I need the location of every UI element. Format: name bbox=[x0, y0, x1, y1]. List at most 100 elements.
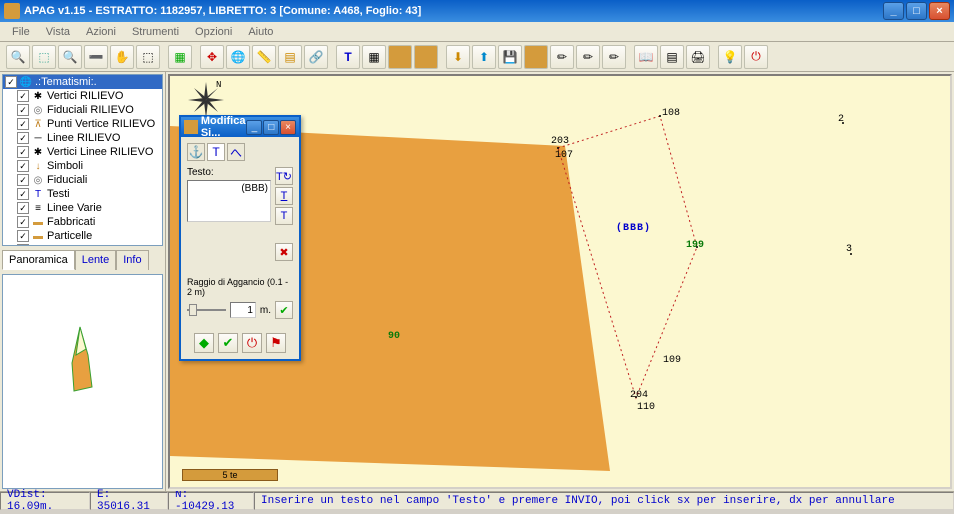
checkbox-icon[interactable]: ✓ bbox=[17, 104, 29, 116]
raggio-label: Raggio di Aggancio (0.1 - 2 m) bbox=[187, 277, 293, 297]
label-199: 199 bbox=[686, 240, 704, 251]
book-icon[interactable]: 📖 bbox=[634, 45, 658, 69]
checkbox-icon[interactable]: ✓ bbox=[17, 146, 29, 158]
label-90: 90 bbox=[388, 331, 400, 342]
tab-info[interactable]: Info bbox=[116, 250, 148, 270]
zoom-minus-icon[interactable]: ➖ bbox=[84, 45, 108, 69]
slider-thumb-icon[interactable] bbox=[189, 304, 197, 316]
layer-tree[interactable]: ✓ 🌐 .:Tematismi:. ✓✱Vertici RILIEVO✓◎Fid… bbox=[2, 74, 163, 246]
grid-icon[interactable]: ▦ bbox=[168, 45, 192, 69]
zoom-area-icon[interactable]: ⬚ bbox=[32, 45, 56, 69]
menu-strumenti[interactable]: Strumenti bbox=[124, 24, 187, 40]
testo-input[interactable]: (BBB) bbox=[187, 180, 271, 222]
app-icon bbox=[4, 3, 20, 19]
dialog-flag-button[interactable]: ⚑ bbox=[266, 333, 286, 353]
table-icon[interactable]: ▦ bbox=[362, 45, 386, 69]
dialog-cancel-button[interactable]: ⏻ bbox=[242, 333, 262, 353]
help-icon[interactable]: 💡 bbox=[718, 45, 742, 69]
fill3-icon[interactable] bbox=[524, 45, 548, 69]
raggio-value-input[interactable] bbox=[230, 302, 256, 318]
tree-item-label: Simboli bbox=[47, 160, 83, 172]
dialog-titlebar[interactable]: Modifica Si... _ □ × bbox=[181, 117, 299, 137]
dialog-minimize-button[interactable]: _ bbox=[246, 120, 262, 135]
text-plain-button[interactable]: T bbox=[275, 207, 293, 225]
checkbox-icon[interactable]: ✓ bbox=[17, 202, 29, 214]
tree-item-10[interactable]: ✓▬Particelle bbox=[3, 229, 162, 243]
label-107: 107 bbox=[555, 150, 573, 161]
text-delete-button[interactable]: ✖ bbox=[275, 243, 293, 261]
dialog-maximize-button[interactable]: □ bbox=[263, 120, 279, 135]
titlebar: APAG v1.15 - ESTRATTO: 1182957, LIBRETTO… bbox=[0, 0, 954, 22]
checkbox-icon[interactable]: ✓ bbox=[17, 160, 29, 172]
tree-item-8[interactable]: ✓≡Linee Varie bbox=[3, 201, 162, 215]
tree-item-label: Testi bbox=[47, 188, 70, 200]
text-underline-button[interactable]: T bbox=[275, 187, 293, 205]
dialog-ok-button[interactable]: ◆ bbox=[194, 333, 214, 353]
tree-item-0[interactable]: ✓✱Vertici RILIEVO bbox=[3, 89, 162, 103]
menu-vista[interactable]: Vista bbox=[38, 24, 78, 40]
checkbox-icon[interactable]: ✓ bbox=[17, 90, 29, 102]
export-icon[interactable]: ⬇ bbox=[446, 45, 470, 69]
print-icon[interactable]: 🖨 bbox=[686, 45, 710, 69]
close-button[interactable]: × bbox=[929, 2, 950, 20]
doc-icon[interactable]: ▤ bbox=[660, 45, 684, 69]
raggio-confirm-button[interactable]: ✔ bbox=[275, 301, 293, 319]
tree-item-label: Particelle bbox=[47, 230, 92, 242]
tree-item-2[interactable]: ✓⊼Punti Vertice RILIEVO bbox=[3, 117, 162, 131]
checkbox-icon[interactable]: ✓ bbox=[17, 188, 29, 200]
text-icon[interactable]: T bbox=[336, 45, 360, 69]
minimize-button[interactable]: _ bbox=[883, 2, 904, 20]
link-icon[interactable]: 🔗 bbox=[304, 45, 328, 69]
tree-item-5[interactable]: ✓↓Simboli bbox=[3, 159, 162, 173]
tree-item-11[interactable]: ✓≡Strade bbox=[3, 243, 162, 246]
checkbox-icon[interactable]: ✓ bbox=[17, 230, 29, 242]
tree-item-6[interactable]: ✓◎Fiduciali bbox=[3, 173, 162, 187]
fill1-icon[interactable] bbox=[388, 45, 412, 69]
menu-azioni[interactable]: Azioni bbox=[78, 24, 124, 40]
fill2-icon[interactable] bbox=[414, 45, 438, 69]
extent-icon[interactable]: ✥ bbox=[200, 45, 224, 69]
checkbox-icon[interactable]: ✓ bbox=[17, 118, 29, 130]
layers-icon[interactable]: ▤ bbox=[278, 45, 302, 69]
checkbox-icon[interactable]: ✓ bbox=[17, 132, 29, 144]
import-icon[interactable]: ⬆ bbox=[472, 45, 496, 69]
tree-item-1[interactable]: ✓◎Fiduciali RILIEVO bbox=[3, 103, 162, 117]
checkbox-icon[interactable]: ✓ bbox=[17, 216, 29, 228]
menu-opzioni[interactable]: Opzioni bbox=[187, 24, 240, 40]
zoom-in-icon[interactable]: 🔍 bbox=[6, 45, 30, 69]
dialog-tab-anchor[interactable]: ⚓ bbox=[187, 143, 205, 161]
dialog-tab-text[interactable]: T bbox=[207, 143, 225, 161]
checkbox-icon[interactable]: ✓ bbox=[17, 174, 29, 186]
dialog-close-button[interactable]: × bbox=[280, 120, 296, 135]
maximize-button[interactable]: □ bbox=[906, 2, 927, 20]
layer-icon: T bbox=[32, 188, 44, 200]
zoom-out-icon[interactable]: 🔍 bbox=[58, 45, 82, 69]
tree-root[interactable]: ✓ 🌐 .:Tematismi:. bbox=[3, 75, 162, 89]
tree-item-3[interactable]: ✓─Linee RILIEVO bbox=[3, 131, 162, 145]
tab-panoramica[interactable]: Panoramica bbox=[2, 250, 75, 270]
globe-icon[interactable]: 🌐 bbox=[226, 45, 250, 69]
tab-lente[interactable]: Lente bbox=[75, 250, 117, 270]
menu-aiuto[interactable]: Aiuto bbox=[240, 24, 281, 40]
scale-bar: 5 te bbox=[182, 469, 278, 481]
tree-item-4[interactable]: ✓✱Vertici Linee RILIEVO bbox=[3, 145, 162, 159]
text-rotate-button[interactable]: T↻ bbox=[275, 167, 293, 185]
edit2-icon[interactable]: ✏ bbox=[576, 45, 600, 69]
edit3-icon[interactable]: ✏ bbox=[602, 45, 626, 69]
dialog-tab-line[interactable]: へ bbox=[227, 143, 245, 161]
overview-panel[interactable] bbox=[2, 274, 163, 489]
dialog-apply-button[interactable]: ✔ bbox=[218, 333, 238, 353]
save-icon[interactable]: 💾 bbox=[498, 45, 522, 69]
checkbox-icon[interactable]: ✓ bbox=[17, 244, 29, 246]
ruler-icon[interactable]: 📏 bbox=[252, 45, 276, 69]
tree-item-7[interactable]: ✓TTesti bbox=[3, 187, 162, 201]
pan-icon[interactable]: ✋ bbox=[110, 45, 134, 69]
checkbox-icon[interactable]: ✓ bbox=[5, 76, 17, 88]
testo-label: Testo: bbox=[187, 167, 271, 178]
tree-item-9[interactable]: ✓▬Fabbricati bbox=[3, 215, 162, 229]
raggio-slider[interactable] bbox=[187, 301, 226, 319]
menu-file[interactable]: File bbox=[4, 24, 38, 40]
power-icon[interactable]: ⏻ bbox=[744, 45, 768, 69]
edit1-icon[interactable]: ✏ bbox=[550, 45, 574, 69]
select-icon[interactable]: ⬚ bbox=[136, 45, 160, 69]
